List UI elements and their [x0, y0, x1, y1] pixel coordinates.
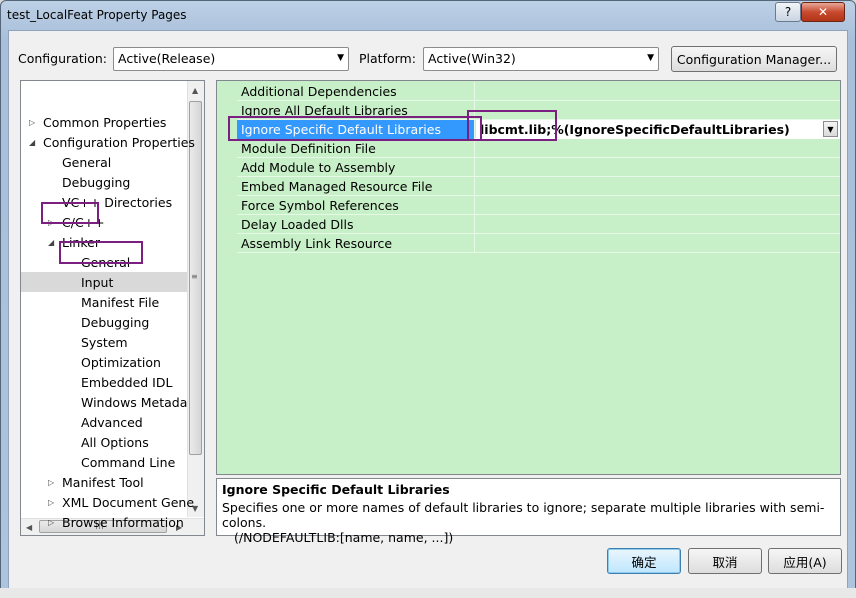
property-name[interactable]: Embed Managed Resource File — [237, 177, 475, 196]
chevron-down-icon: ▼ — [337, 53, 344, 63]
tree-item-label: C/C++ — [62, 214, 105, 230]
tree-item[interactable]: ▷ C/C++ — [48, 212, 105, 232]
apply-button[interactable]: 应用(A) — [768, 548, 842, 574]
property-name[interactable]: Force Symbol References — [237, 196, 475, 215]
tree-item-label: Build Events — [62, 535, 140, 536]
property-name[interactable]: Delay Loaded Dlls — [237, 215, 475, 234]
tree-item[interactable]: Debugging — [48, 172, 130, 192]
tree-item[interactable]: ▷ Browse Information — [48, 512, 184, 532]
expander-icon[interactable]: ▷ — [48, 498, 62, 507]
tree-item[interactable]: All Options — [67, 432, 149, 452]
tree-item[interactable]: General — [48, 152, 111, 172]
window-title: test_LocalFeat Property Pages — [7, 8, 187, 22]
tree-item[interactable]: ▷ XML Document Gene — [48, 492, 194, 512]
property-name[interactable]: Assembly Link Resource — [237, 234, 475, 253]
property-row[interactable]: Add Module to Assembly — [237, 158, 840, 177]
tree-item-label: Manifest Tool — [62, 474, 144, 490]
description-switch: (/NODEFAULTLIB:[name, name, ...]) — [234, 530, 454, 545]
tree-item-label: Configuration Properties — [43, 134, 195, 150]
platform-dropdown[interactable]: Active(Win32) ▼ — [423, 47, 659, 71]
property-tree[interactable]: ▲ ≡ ▼ ◀ ||| ▶ ▷ Common Properties ◢ Configu… — [20, 80, 205, 536]
ok-button[interactable]: 确定 — [607, 548, 681, 574]
platform-value: Active(Win32) — [428, 51, 516, 66]
close-button[interactable]: ✕ — [801, 2, 845, 22]
tree-item-label: Windows Metada — [81, 394, 188, 410]
tree-item-label: General — [81, 254, 131, 270]
chevron-down-icon[interactable]: ▼ — [823, 121, 838, 137]
tree-item-label: Manifest File — [81, 294, 160, 310]
configuration-value: Active(Release) — [118, 51, 216, 66]
cancel-button[interactable]: 取消 — [688, 548, 762, 574]
property-name[interactable]: Module Definition File — [237, 139, 475, 158]
tree-item-label: VC++ Directories — [62, 194, 173, 210]
tree-item[interactable]: General — [67, 252, 130, 272]
tree-item[interactable]: VC++ Directories — [48, 192, 172, 212]
tree-item[interactable]: ▷Build Events — [48, 532, 140, 536]
description-title: Ignore Specific Default Libraries — [222, 482, 450, 497]
tree-item[interactable]: Manifest File — [67, 292, 159, 312]
tree-item[interactable]: Optimization — [67, 352, 161, 372]
tree-item-label: Browse Information — [62, 514, 184, 530]
property-name[interactable]: Ignore All Default Libraries — [237, 101, 475, 120]
tree-item[interactable]: ▷ Manifest Tool — [48, 472, 144, 492]
tree-item-label: All Options — [81, 434, 149, 450]
property-row[interactable]: Additional Dependencies — [237, 82, 840, 101]
property-row[interactable]: Assembly Link Resource — [237, 234, 840, 253]
expander-icon[interactable]: ◢ — [48, 238, 62, 247]
configuration-label: Configuration: — [18, 51, 107, 66]
tree-item-label: Debugging — [62, 174, 131, 190]
description-text: Specifies one or more names of default l… — [222, 500, 825, 530]
bottom-edge — [0, 588, 856, 598]
platform-label: Platform: — [359, 51, 416, 66]
property-name[interactable]: Additional Dependencies — [237, 82, 475, 101]
scroll-up-icon[interactable]: ▲ — [192, 86, 198, 95]
property-row[interactable]: Module Definition File — [237, 139, 840, 158]
property-row[interactable]: Embed Managed Resource File — [237, 177, 840, 196]
chevron-down-icon: ▼ — [647, 53, 654, 63]
configuration-dropdown[interactable]: Active(Release) ▼ — [113, 47, 349, 71]
tree-item[interactable]: Input — [21, 272, 187, 292]
dialog-client-area: Configuration: Active(Release) ▼ Platfor… — [8, 30, 848, 590]
tree-item-label: Debugging — [81, 314, 150, 330]
tree-item-label: Embedded IDL — [81, 374, 173, 390]
tree-item-label: Input — [81, 274, 114, 290]
configuration-manager-button[interactable]: Configuration Manager... — [671, 46, 837, 72]
property-name[interactable]: Ignore Specific Default Libraries — [237, 120, 475, 139]
tree-item[interactable]: Windows Metada — [67, 392, 187, 412]
tree-vertical-thumb[interactable]: ≡ — [189, 101, 202, 455]
tree-item[interactable]: ◢ Linker — [48, 232, 100, 252]
tree-item[interactable]: Advanced — [67, 412, 143, 432]
property-row[interactable]: Ignore All Default Libraries — [237, 101, 840, 120]
scroll-left-icon[interactable]: ◀ — [26, 523, 32, 532]
tree-item-label: Advanced — [81, 414, 143, 430]
expander-icon[interactable]: ▷ — [29, 118, 43, 127]
tree-item[interactable]: ▷ Common Properties — [29, 112, 166, 132]
tree-item-label: Common Properties — [43, 114, 167, 130]
tree-item-label: System — [81, 334, 128, 350]
help-button[interactable]: ? — [775, 2, 801, 22]
description-panel: Ignore Specific Default Libraries Specif… — [216, 478, 841, 545]
tree-item[interactable]: Debugging — [67, 312, 149, 332]
expander-icon[interactable]: ◢ — [29, 138, 43, 147]
property-row[interactable]: Ignore Specific Default Libraries libcmt.… — [237, 120, 840, 139]
expander-icon[interactable]: ▷ — [48, 518, 62, 527]
tree-item-label: Command Line — [81, 454, 176, 470]
tree-item[interactable]: Command Line — [67, 452, 175, 472]
tree-item[interactable]: Embedded IDL — [67, 372, 172, 392]
expander-icon[interactable]: ▷ — [48, 478, 62, 487]
tree-item[interactable]: System — [67, 332, 128, 352]
property-name[interactable]: Add Module to Assembly — [237, 158, 475, 177]
expander-icon[interactable]: ▷ — [48, 218, 62, 227]
property-value: libcmt.lib;%(IgnoreSpecificDefaultLibrar… — [480, 122, 790, 137]
tree-item-label: XML Document Gene — [62, 494, 195, 510]
property-grid[interactable]: Additional Dependencies Ignore All Defaul… — [216, 80, 841, 475]
tree-item-label: Linker — [62, 234, 100, 250]
tree-item[interactable]: ◢ Configuration Properties — [29, 132, 195, 152]
property-row[interactable]: Delay Loaded Dlls — [237, 215, 840, 234]
grip-icon: ≡ — [191, 272, 198, 281]
tree-item-label: General — [62, 154, 112, 170]
property-row[interactable]: Force Symbol References — [237, 196, 840, 215]
property-value-field[interactable]: libcmt.lib;%(IgnoreSpecificDefaultLibrar… — [476, 120, 840, 139]
tree-item-label: Optimization — [81, 354, 161, 370]
